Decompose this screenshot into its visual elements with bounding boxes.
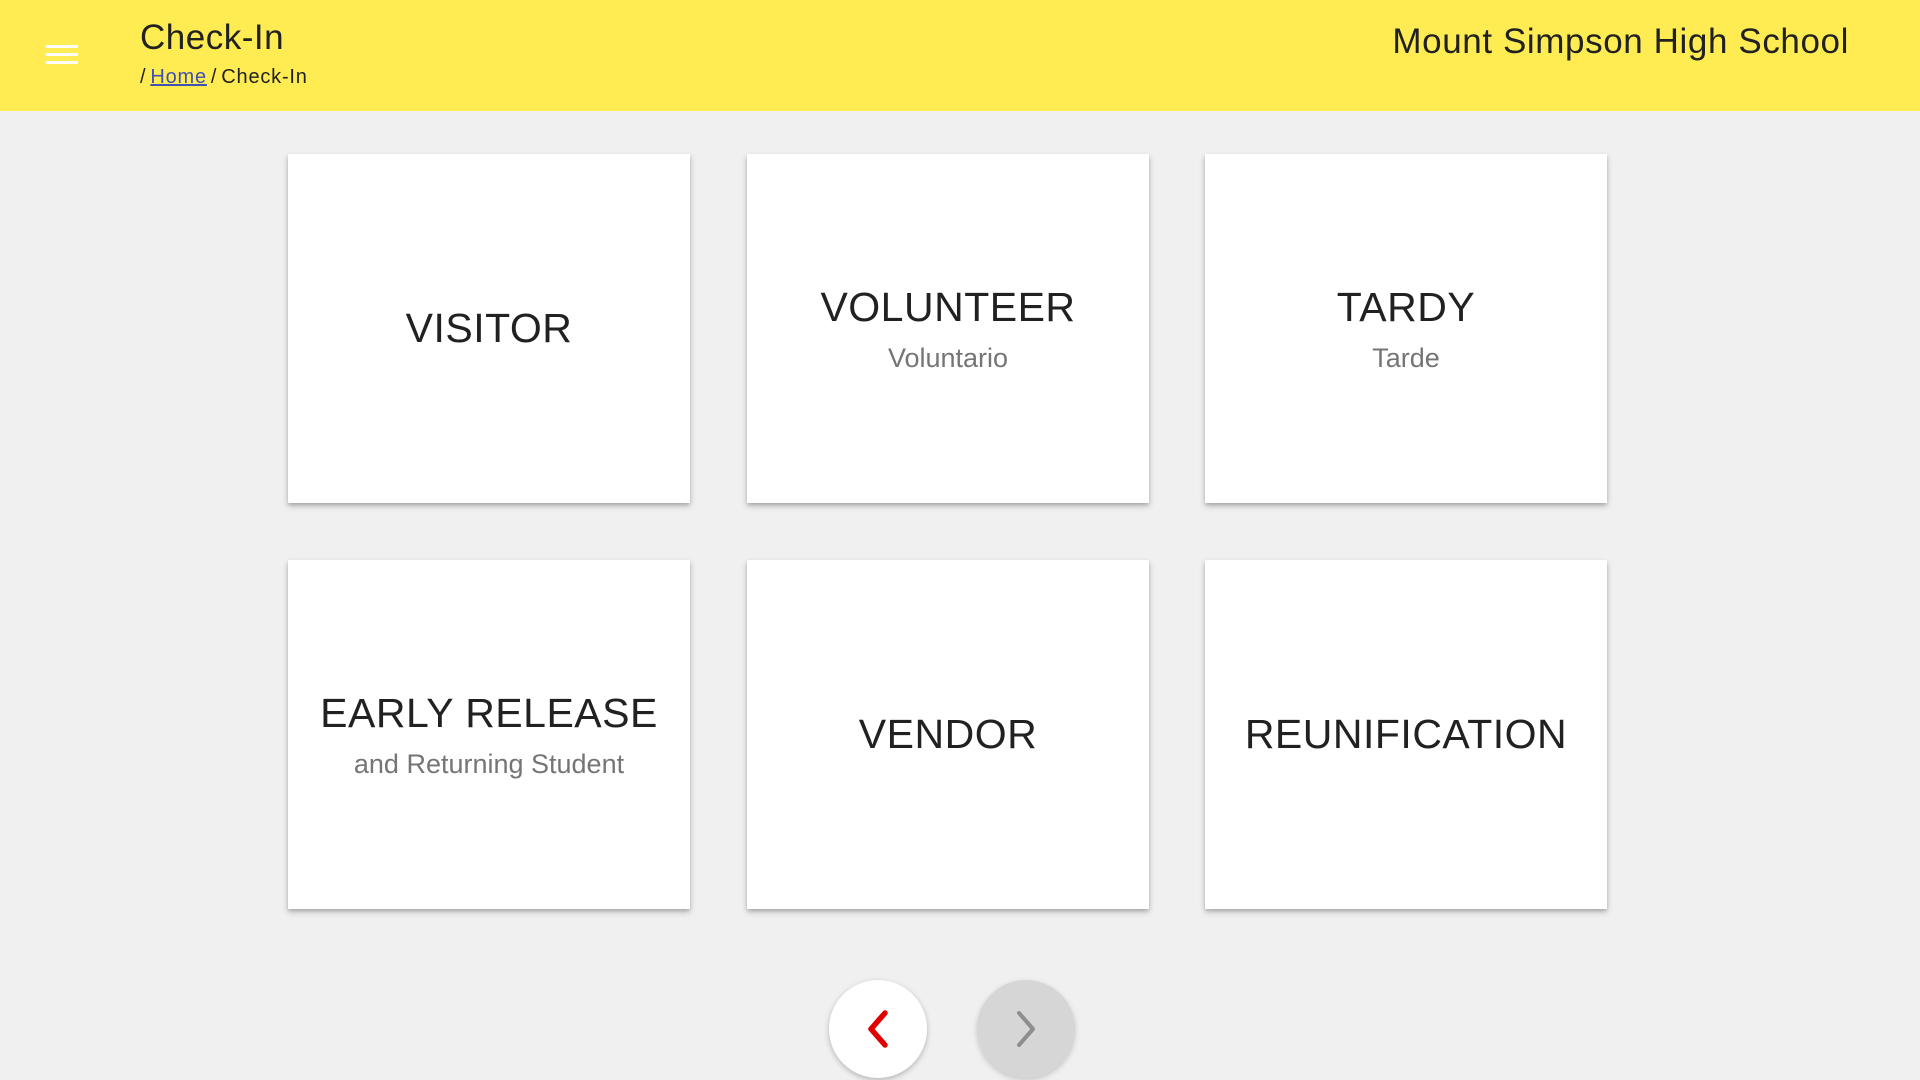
breadcrumb-separator: / — [140, 66, 147, 88]
tile-label: REUNIFICATION — [1244, 711, 1568, 757]
vendor-tile[interactable]: VENDOR — [747, 560, 1149, 909]
previous-page-button[interactable] — [829, 980, 927, 1078]
chevron-right-icon — [1017, 1011, 1035, 1047]
school-name: Mount Simpson High School — [1392, 22, 1849, 61]
tardy-tile[interactable]: TARDY Tarde — [1205, 154, 1607, 503]
next-page-button[interactable] — [977, 980, 1075, 1078]
tile-label: VOLUNTEER — [820, 283, 1076, 330]
tile-label: VISITOR — [405, 305, 573, 351]
tile-sublabel: Voluntario — [887, 342, 1009, 373]
visitor-tile[interactable]: VISITOR — [288, 154, 690, 503]
breadcrumb-separator: / — [210, 66, 218, 88]
tile-sublabel: and Returning Student — [353, 748, 625, 779]
early-release-tile[interactable]: EARLY RELEASE and Returning Student — [288, 560, 690, 909]
page-title: Check-In — [140, 18, 285, 57]
app-header: Check-In / Home / Check-In Mount Simpson Hi… — [0, 0, 1920, 111]
breadcrumb-home-link[interactable]: Home — [150, 66, 207, 88]
breadcrumb-current: Check-In — [221, 66, 308, 88]
tile-label: EARLY RELEASE — [320, 689, 658, 736]
breadcrumb: / Home / Check-In — [140, 66, 308, 89]
volunteer-tile[interactable]: VOLUNTEER Voluntario — [747, 154, 1149, 503]
reunification-tile[interactable]: REUNIFICATION — [1205, 560, 1607, 909]
tile-label: VENDOR — [858, 711, 1038, 757]
hamburger-menu-icon[interactable] — [42, 39, 82, 71]
chevron-left-icon — [868, 1010, 888, 1048]
tile-sublabel: Tarde — [1372, 342, 1440, 373]
tile-label: TARDY — [1336, 283, 1476, 330]
